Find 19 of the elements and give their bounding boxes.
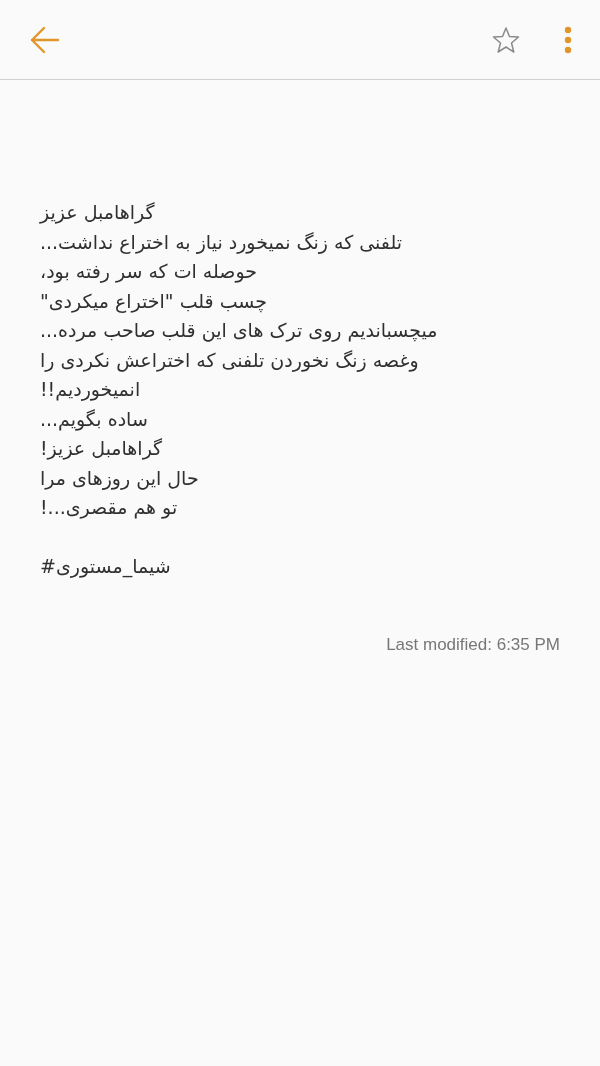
note-text-line: تلفنی که زنگ نمیخورد نیاز به اختراع نداشت... xyxy=(40,229,402,256)
hashtag: شیما_مستوری# xyxy=(40,554,171,580)
more-vertical-icon xyxy=(564,25,572,54)
star-icon xyxy=(492,25,520,54)
favorite-button[interactable] xyxy=(492,25,520,54)
note-text-line: گراهامبل عزیز! xyxy=(40,436,163,462)
note-text-line: گراهامبل عزیز xyxy=(40,200,155,226)
note-text-line: وغصه زنگ نخوردن تلفنی که اختراعش نکردی را xyxy=(40,347,419,374)
last-modified-text: Last modified: 6:35 PM xyxy=(385,634,560,655)
note-text-line: حوصله ات که سر رفته بود، xyxy=(40,259,258,285)
back-arrow-icon xyxy=(30,25,60,54)
note-text-line: میچسباندیم روی ترک های این قلب صاحب مرده... xyxy=(40,318,438,344)
note-text-line: چسب قلب "اختراع میکردی" xyxy=(40,288,268,315)
back-button[interactable] xyxy=(30,25,60,54)
note-text-line: تو هم مقصری...! xyxy=(40,495,178,521)
more-options-button[interactable] xyxy=(564,25,572,54)
note-text-line: ساده بگویم... xyxy=(40,406,148,433)
note-text-line: انمیخوردیم!! xyxy=(40,377,141,403)
note-text-line: حال این روزهای مرا xyxy=(40,465,199,492)
